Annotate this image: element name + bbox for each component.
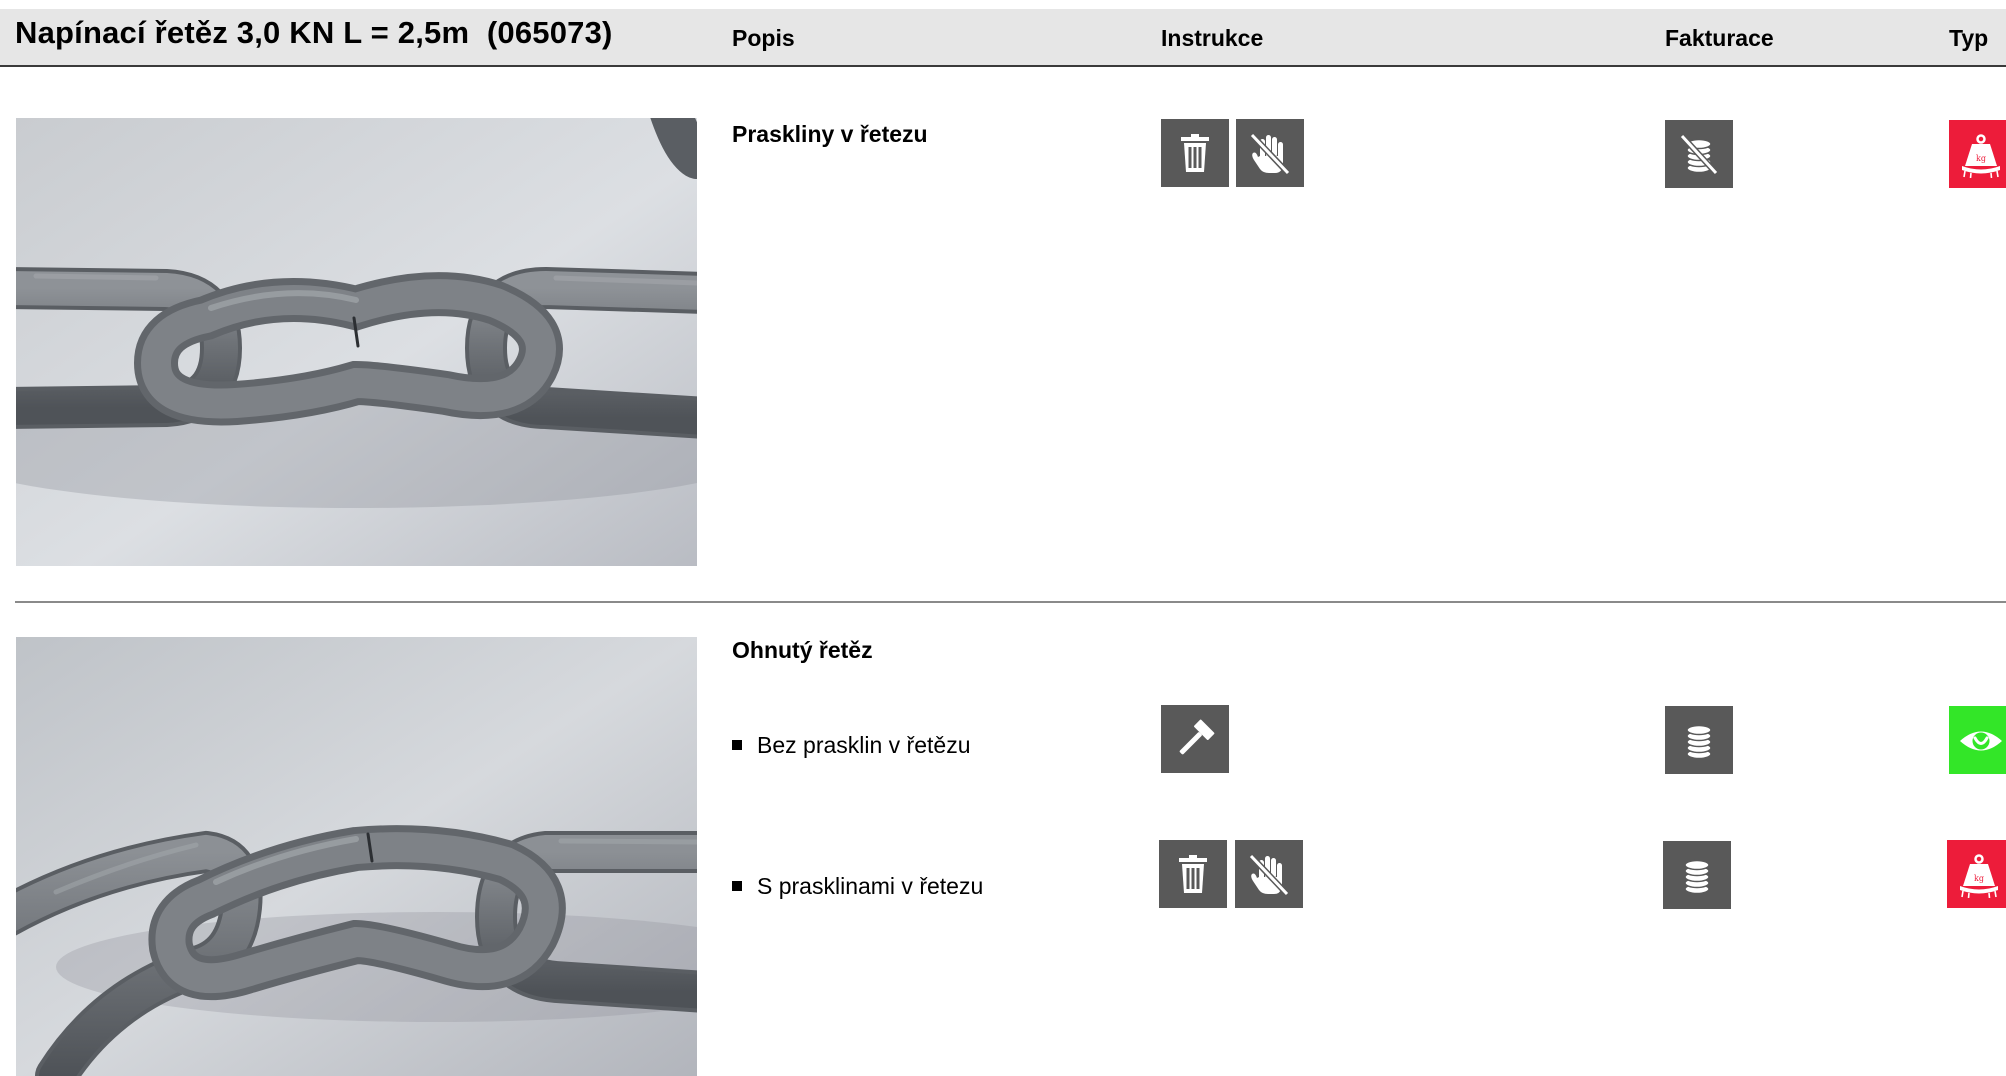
list-item: S prasklinami v řetezu <box>732 873 983 900</box>
trash-icon <box>1161 119 1229 187</box>
list-item-label: S prasklinami v řetezu <box>757 873 984 899</box>
coins-icon <box>1663 841 1731 909</box>
column-header-typ: Typ <box>1949 25 1989 51</box>
column-header-instrukce: Instrukce <box>1161 25 1264 51</box>
column-header-popis: Popis <box>732 25 795 51</box>
eye-icon <box>1949 706 2006 774</box>
weight-kg-icon <box>1949 120 2006 188</box>
hammer-icon <box>1161 705 1229 773</box>
section-divider <box>15 601 2006 603</box>
bullet-marker <box>732 881 742 891</box>
page-title: Napínací řetěz 3,0 KN L = 2,5m (065073) <box>15 15 613 50</box>
coins-icon <box>1665 706 1733 774</box>
weight-kg-icon <box>1947 840 2006 908</box>
bullet-marker <box>732 740 742 750</box>
bent-chain-photo <box>16 637 697 1076</box>
section-title: Ohnutý řetěz <box>732 637 873 663</box>
cracked-chain-photo <box>16 118 697 566</box>
trash-icon <box>1159 840 1227 908</box>
no-coins-icon <box>1665 120 1733 188</box>
no-touch-hand-icon <box>1236 119 1304 187</box>
no-touch-hand-icon <box>1235 840 1303 908</box>
section-title: Praskliny v řetezu <box>732 121 928 147</box>
column-header-fakturace: Fakturace <box>1665 25 1774 51</box>
list-item-label: Bez prasklin v řetězu <box>757 732 971 758</box>
list-item: Bez prasklin v řetězu <box>732 732 970 759</box>
